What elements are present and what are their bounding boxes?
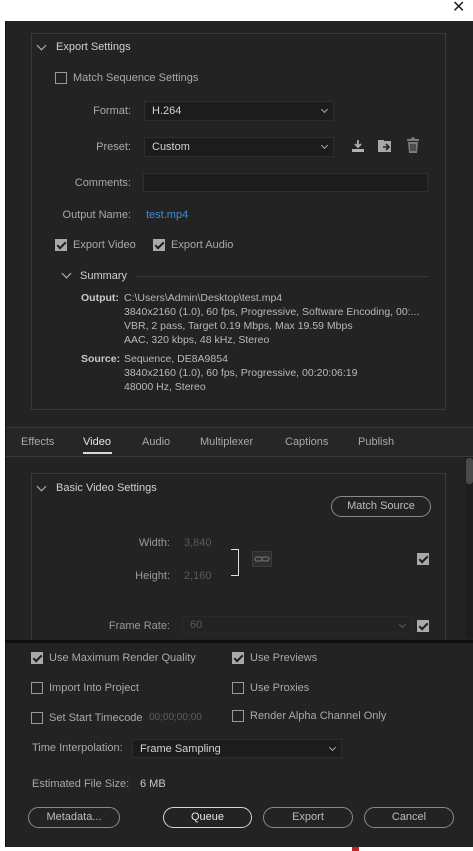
format-dropdown[interactable]: H.264 [144,101,334,121]
cancel-button[interactable]: Cancel [364,807,454,828]
bottom-section-divider [6,640,473,643]
comments-label: Comments: [74,177,131,189]
summary-output-label: Output: [81,292,119,304]
alpha-only-checkbox[interactable] [232,710,244,722]
export-video-label: Export Video [73,239,136,251]
width-label: Width: [138,537,170,549]
tab-multiplexer[interactable]: Multiplexer [200,436,253,448]
start-timecode-value: 00;00;00;00 [149,712,202,723]
scrollbar-thumb[interactable] [466,458,473,484]
match-source-button[interactable]: Match Source [331,496,431,517]
chevron-down-icon [398,620,407,629]
height-label: Height: [135,570,170,582]
preset-value: Custom [152,141,190,153]
import-project-checkbox[interactable] [31,682,43,694]
summary-divider [136,276,428,277]
save-preset-icon[interactable] [350,138,366,154]
export-settings-panel: Export Settings Match Sequence Settings … [5,21,473,847]
match-sequence-label: Match Sequence Settings [73,72,199,84]
max-render-label: Use Maximum Render Quality [49,652,196,664]
use-previews-label: Use Previews [250,652,318,664]
summary-output-line-4: AAC, 320 kbps, 48 kHz, Stereo [124,334,270,346]
tab-video-underline [83,452,112,454]
chevron-down-icon [320,105,329,114]
time-interpolation-dropdown[interactable]: Frame Sampling [132,739,342,758]
export-video-checkbox[interactable] [55,239,67,251]
frame-rate-value: 60 [190,619,203,631]
preset-label: Preset: [96,141,131,153]
use-previews-checkbox[interactable] [232,652,244,664]
match-sequence-checkbox[interactable] [55,72,67,84]
export-button[interactable]: Export [263,807,353,828]
summary-source-line-3: 48000 Hz, Stereo [124,381,206,393]
delete-preset-icon[interactable] [405,137,421,154]
start-timecode-label: Set Start Timecode [49,712,143,724]
use-proxies-checkbox[interactable] [232,682,244,694]
estimated-size-value: 6 MB [140,778,166,790]
output-name-link[interactable]: test.mp4 [146,209,188,221]
override-frame-rate-checkbox[interactable] [417,620,429,632]
override-dimensions-checkbox[interactable] [417,553,429,565]
start-timecode-checkbox[interactable] [31,712,43,724]
height-value: 2,160 [184,570,212,582]
scrollbar-track[interactable] [465,457,473,639]
timeline-marker [352,847,359,851]
use-proxies-label: Use Proxies [250,682,310,694]
output-name-label: Output Name: [62,209,131,221]
estimated-size-label: Estimated File Size: [32,778,130,790]
dimension-link-bracket [231,549,239,576]
summary-source-label: Source: [81,353,121,365]
tab-audio[interactable]: Audio [142,436,170,448]
summary-output-line-1: C:\Users\Admin\Desktop\test.mp4 [124,292,283,304]
comments-input[interactable] [143,173,428,192]
close-icon[interactable]: ✕ [452,0,465,17]
summary-output-line-2: 3840x2160 (1.0), 60 fps, Progressive, So… [124,306,420,318]
export-audio-checkbox[interactable] [153,239,165,251]
time-interpolation-value: Frame Sampling [140,743,221,755]
import-project-label: Import Into Project [49,682,139,694]
format-label: Format: [93,105,131,117]
frame-rate-label: Frame Rate: [108,620,170,632]
chevron-down-icon [320,141,329,150]
preset-dropdown[interactable]: Custom [144,137,334,157]
export-settings-title: Export Settings [56,41,131,53]
chevron-down-icon [328,743,337,752]
metadata-button[interactable]: Metadata... [28,807,120,828]
basic-video-title: Basic Video Settings [56,482,157,494]
queue-button[interactable]: Queue [163,807,252,828]
tab-captions[interactable]: Captions [285,436,328,448]
format-value: H.264 [152,105,182,117]
export-audio-label: Export Audio [171,239,234,251]
time-interpolation-label: Time Interpolation: [32,742,123,754]
summary-source-line-2: 3840x2160 (1.0), 60 fps, Progressive, 00… [124,367,358,379]
max-render-checkbox[interactable] [31,652,43,664]
width-value: 3,840 [184,537,212,549]
tab-video[interactable]: Video [83,436,111,448]
summary-output-line-3: VBR, 2 pass, Target 0.19 Mbps, Max 19.59… [124,320,353,332]
alpha-only-label: Render Alpha Channel Only [250,710,387,722]
frame-rate-dropdown[interactable]: 60 [182,616,412,634]
tab-publish[interactable]: Publish [358,436,394,448]
summary-source-line-1: Sequence, DE8A9854 [124,353,228,365]
tab-effects[interactable]: Effects [21,436,54,448]
chain-link-icon[interactable] [252,551,272,567]
summary-title: Summary [80,270,128,282]
import-preset-icon[interactable] [376,138,394,154]
